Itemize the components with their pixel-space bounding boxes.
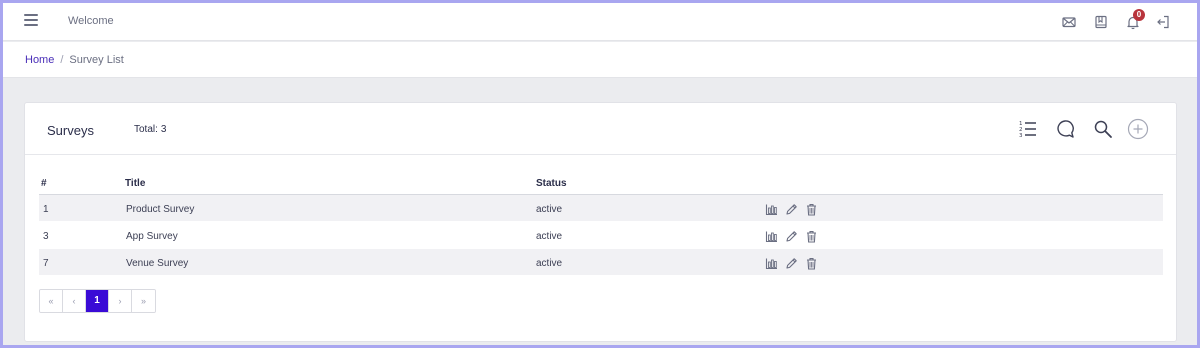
cell-title: Product Survey (126, 204, 195, 215)
chart-icon[interactable] (765, 203, 778, 216)
search-icon[interactable] (1092, 118, 1114, 140)
comment-icon[interactable] (1054, 118, 1076, 140)
cell-id: 1 (43, 204, 49, 215)
cell-status: active (536, 231, 563, 242)
card-header: Surveys Total: 3 123 (25, 103, 1176, 155)
cell-status: active (536, 204, 563, 215)
add-circle-icon[interactable] (1127, 118, 1149, 140)
ordered-list-icon[interactable]: 123 (1017, 118, 1039, 140)
breadcrumb-home-link[interactable]: Home (25, 54, 54, 66)
table-row: 7 Venue Survey active (39, 249, 1163, 276)
breadcrumb-bar: Home / Survey List (3, 42, 1197, 78)
column-header-status: Status (536, 178, 567, 189)
welcome-text: Welcome (68, 15, 114, 27)
chart-icon[interactable] (765, 257, 778, 270)
delete-icon[interactable] (805, 203, 818, 216)
cell-title: App Survey (126, 231, 178, 242)
breadcrumb-current: Survey List (69, 54, 124, 66)
svg-text:3: 3 (1019, 133, 1023, 139)
breadcrumb-separator: / (60, 54, 64, 66)
column-header-id: # (41, 178, 47, 189)
cell-id: 3 (43, 231, 49, 242)
edit-icon[interactable] (785, 203, 798, 216)
menu-toggle-icon[interactable] (24, 14, 38, 26)
surveys-card: Surveys Total: 3 123 # Title Status 1 Pr… (24, 102, 1177, 342)
column-header-title: Title (125, 178, 146, 189)
breadcrumb: Home / Survey List (25, 54, 124, 66)
app-frame: Welcome 0 Home / Survey List Surveys Tot… (3, 3, 1197, 345)
cell-id: 7 (43, 258, 49, 269)
pagination: « ‹ 1 › » (39, 289, 156, 313)
surveys-table: # Title Status 1 Product Survey active 3 App… (39, 171, 1163, 276)
total-value: 3 (160, 124, 167, 135)
mail-icon[interactable] (1061, 14, 1077, 30)
cell-status: active (536, 258, 563, 269)
notification-badge: 0 (1133, 9, 1145, 21)
page-title: Surveys (47, 123, 94, 138)
pagination-last[interactable]: » (132, 290, 155, 312)
pagination-first[interactable]: « (40, 290, 63, 312)
table-row: 1 Product Survey active (39, 195, 1163, 222)
top-navbar: Welcome 0 (3, 3, 1197, 41)
chart-icon[interactable] (765, 230, 778, 243)
table-row: 3 App Survey active (39, 222, 1163, 249)
pagination-prev[interactable]: ‹ (63, 290, 86, 312)
delete-icon[interactable] (805, 230, 818, 243)
edit-icon[interactable] (785, 257, 798, 270)
table-body: 1 Product Survey active 3 App Survey active 7 V… (39, 195, 1163, 276)
logout-icon[interactable] (1155, 14, 1171, 30)
bookmark-icon[interactable] (1093, 14, 1109, 30)
pagination-next[interactable]: › (109, 290, 132, 312)
bell-icon[interactable]: 0 (1125, 9, 1145, 30)
edit-icon[interactable] (785, 230, 798, 243)
cell-title: Venue Survey (126, 258, 189, 269)
total-count: Total: 3 (134, 124, 166, 135)
delete-icon[interactable] (805, 257, 818, 270)
pagination-page-current[interactable]: 1 (86, 290, 109, 312)
table-header: # Title Status (39, 171, 1163, 195)
total-label: Total: (134, 124, 158, 135)
